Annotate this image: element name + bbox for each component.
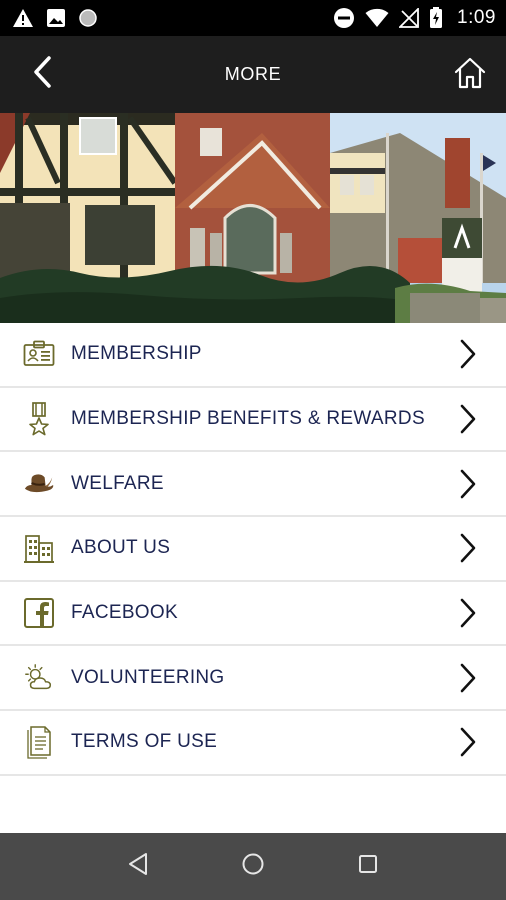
chevron-right-icon (457, 531, 479, 565)
menu-item-terms-of-use[interactable]: TERMS OF USE (0, 711, 506, 776)
circle-icon (78, 8, 98, 28)
menu-item-about-us[interactable]: ABOUT US (0, 517, 506, 582)
system-nav-bar (0, 833, 506, 900)
medal-icon (23, 402, 55, 436)
page-title: MORE (224, 64, 282, 84)
menu-item-welfare[interactable]: WELFARE (0, 452, 506, 518)
status-time: 1:09 (457, 7, 496, 28)
nav-back-button[interactable] (118, 847, 158, 887)
id-card-icon (23, 338, 55, 370)
home-icon (453, 56, 487, 95)
wifi-icon (365, 8, 389, 28)
sun-cloud-icon (23, 662, 55, 694)
chevron-right-icon (457, 661, 479, 695)
menu-item-label: MEMBERSHIP BENEFITS & REWARDS (71, 408, 425, 430)
slouch-hat-icon (23, 468, 55, 500)
nav-home-button[interactable] (233, 847, 273, 887)
document-icon (23, 726, 55, 760)
home-button[interactable] (448, 53, 492, 97)
circle-home-icon (241, 852, 265, 881)
menu-item-membership[interactable]: MEMBERSHIP (0, 323, 506, 388)
no-signal-icon (399, 8, 419, 28)
status-bar: 1:09 (0, 0, 506, 36)
chevron-right-icon (457, 467, 479, 501)
app-header: MORE (0, 36, 506, 113)
chevron-right-icon (457, 725, 479, 759)
buildings-icon (23, 532, 55, 564)
warning-icon (12, 8, 34, 28)
chevron-right-icon (457, 402, 479, 436)
menu-item-label: VOLUNTEERING (71, 666, 225, 688)
image-icon (46, 8, 66, 28)
nav-recents-button[interactable] (348, 847, 388, 887)
back-button[interactable] (22, 54, 62, 94)
chevron-right-icon (457, 596, 479, 630)
menu-item-facebook[interactable]: FACEBOOK (0, 581, 506, 647)
chevron-left-icon (31, 55, 53, 94)
menu-list: MEMBERSHIP MEMBERSHIP BENEFITS & REWARDS… (0, 323, 506, 776)
battery-icon (429, 7, 443, 29)
menu-item-membership-benefits[interactable]: MEMBERSHIP BENEFITS & REWARDS (0, 387, 506, 453)
menu-item-label: ABOUT US (71, 537, 171, 559)
menu-item-label: FACEBOOK (71, 602, 178, 624)
building-photo (0, 113, 506, 323)
triangle-back-icon (127, 852, 149, 881)
square-recents-icon (357, 853, 379, 880)
status-right-icons: 1:09 (333, 7, 496, 29)
menu-item-volunteering[interactable]: VOLUNTEERING (0, 646, 506, 712)
chevron-right-icon (457, 337, 479, 371)
menu-item-label: MEMBERSHIP (71, 343, 202, 365)
status-left-icons (12, 8, 98, 28)
facebook-icon (23, 597, 55, 629)
menu-item-label: WELFARE (71, 472, 164, 494)
hero-image (0, 113, 506, 323)
menu-item-label: TERMS OF USE (71, 731, 218, 753)
do-not-disturb-icon (333, 7, 355, 29)
